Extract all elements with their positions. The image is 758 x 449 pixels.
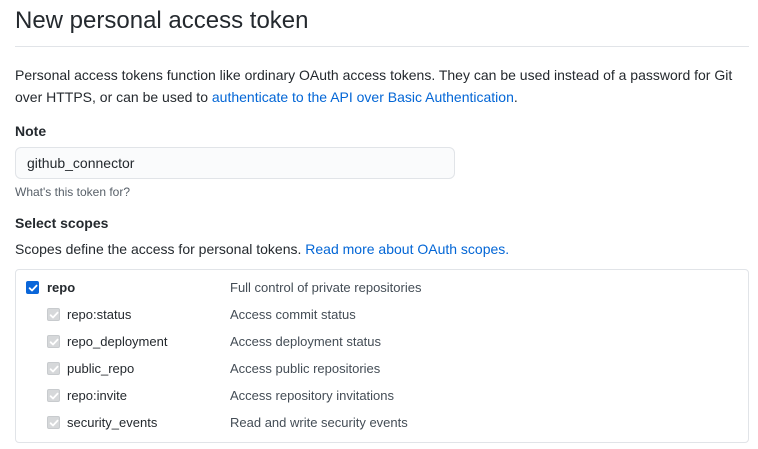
scope-description: Access public repositories: [230, 361, 381, 376]
scope-list: repo Full control of private repositorie…: [15, 269, 749, 443]
repo-deployment-checkbox[interactable]: [47, 335, 60, 348]
intro-text: Personal access tokens function like ord…: [15, 64, 755, 108]
intro-suffix: .: [513, 89, 518, 105]
check-icon: [28, 284, 37, 291]
scope-name: repo:status: [67, 307, 132, 322]
scope-description: Access deployment status: [230, 334, 382, 349]
repo-status-checkbox[interactable]: [47, 308, 60, 321]
scope-row-public-repo: public_repo Access public repositories: [16, 355, 748, 382]
oauth-scopes-link[interactable]: Read more about OAuth scopes.: [305, 241, 509, 257]
token-page: New personal access token Personal acces…: [0, 0, 758, 449]
note-label: Note: [15, 123, 47, 139]
check-icon: [49, 419, 58, 426]
security-events-checkbox[interactable]: [47, 416, 60, 429]
note-hint: What's this token for?: [15, 185, 131, 199]
scope-row-repo: repo Full control of private repositorie…: [16, 274, 748, 301]
repo-invite-checkbox[interactable]: [47, 389, 60, 402]
scopes-label: Select scopes: [15, 215, 109, 231]
page-title: New personal access token: [15, 7, 309, 34]
scope-description: Full control of private repositories: [230, 280, 422, 295]
check-icon: [49, 338, 58, 345]
repo-checkbox[interactable]: [26, 281, 39, 294]
scopes-description: Scopes define the access for personal to…: [15, 239, 749, 259]
check-icon: [49, 365, 58, 372]
scope-row-repo-invite: repo:invite Access repository invitation…: [16, 382, 748, 409]
scope-name: security_events: [67, 415, 158, 430]
scope-row-repo-status: repo:status Access commit status: [16, 301, 748, 328]
scope-name: repo:invite: [67, 388, 127, 403]
scope-description: Read and write security events: [230, 415, 408, 430]
basic-auth-link[interactable]: authenticate to the API over Basic Authe…: [212, 89, 514, 105]
scope-name: repo: [47, 280, 76, 295]
scope-name: public_repo: [67, 361, 135, 376]
scope-description: Access commit status: [230, 307, 356, 322]
scope-row-security-events: security_events Read and write security …: [16, 409, 748, 436]
note-input[interactable]: [15, 147, 455, 179]
public-repo-checkbox[interactable]: [47, 362, 60, 375]
check-icon: [49, 392, 58, 399]
check-icon: [49, 311, 58, 318]
scope-name: repo_deployment: [67, 334, 168, 349]
scope-row-repo-deployment: repo_deployment Access deployment status: [16, 328, 748, 355]
scopes-description-text: Scopes define the access for personal to…: [15, 241, 306, 257]
scope-description: Access repository invitations: [230, 388, 395, 403]
title-divider: [15, 46, 749, 47]
